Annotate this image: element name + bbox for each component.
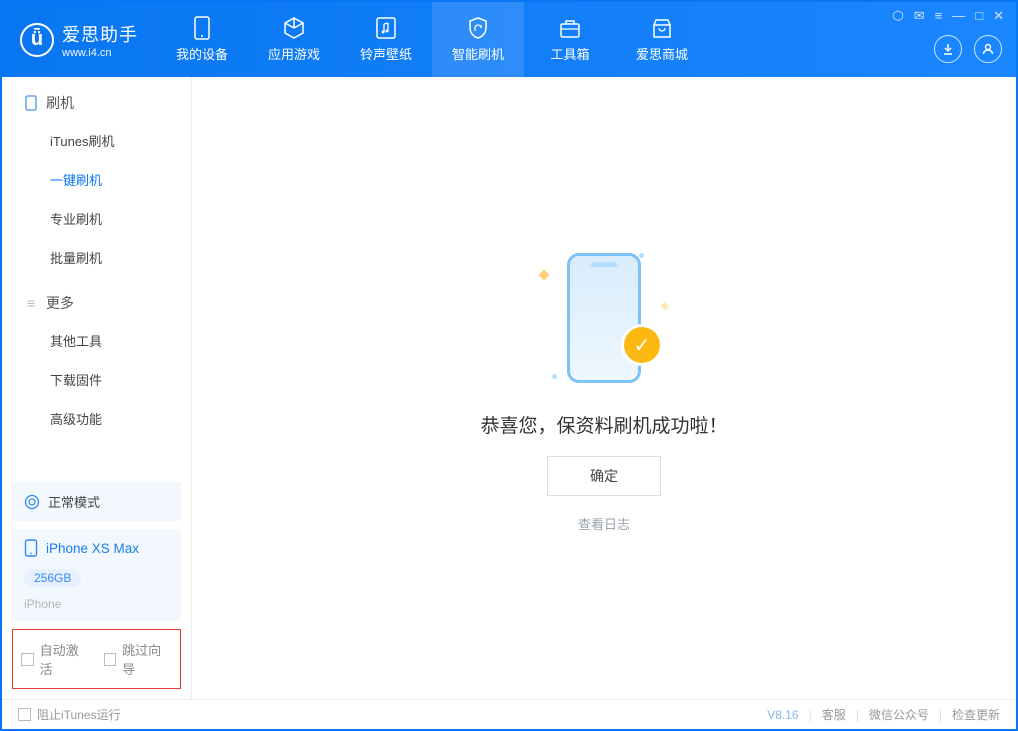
sparkle-icon xyxy=(661,302,669,310)
brand-name: 爱思助手 xyxy=(62,21,138,47)
separator: | xyxy=(939,708,942,722)
checkbox-icon xyxy=(21,653,34,666)
shop-icon xyxy=(650,16,674,40)
menu-icon[interactable]: ≡ xyxy=(935,8,943,24)
list-icon: ≡ xyxy=(24,296,38,310)
window-controls: ⬡ ✉ ≡ — □ ✕ xyxy=(892,8,1004,24)
music-icon xyxy=(374,16,398,40)
dot-icon xyxy=(639,253,644,258)
separator: | xyxy=(856,708,859,722)
checkbox-auto-activate[interactable]: 自动激活 xyxy=(21,640,90,678)
device-info-box[interactable]: iPhone XS Max 256GB iPhone xyxy=(12,529,181,621)
version-label: V8.16 xyxy=(767,708,798,722)
tab-apps-games[interactable]: 应用游戏 xyxy=(248,2,340,77)
tab-ringtones-wallpapers[interactable]: 铃声壁纸 xyxy=(340,2,432,77)
footer-link-support[interactable]: 客服 xyxy=(822,706,846,723)
section-flash: 刷机 xyxy=(2,77,191,121)
section-more: ≡ 更多 xyxy=(2,277,191,321)
storage-badge: 256GB xyxy=(24,569,81,587)
success-message: 恭喜您，保资料刷机成功啦！ xyxy=(480,411,727,438)
tab-label: 我的设备 xyxy=(176,44,228,63)
feedback-icon[interactable]: ✉ xyxy=(914,8,925,24)
footer-link-update[interactable]: 检查更新 xyxy=(952,706,1000,723)
tab-label: 智能刷机 xyxy=(452,44,504,63)
checkbox-icon xyxy=(104,653,117,666)
phone-icon xyxy=(24,539,38,557)
minimize-button[interactable]: — xyxy=(952,8,965,24)
tab-label: 爱思商城 xyxy=(636,44,688,63)
skin-icon[interactable]: ⬡ xyxy=(892,8,903,24)
sync-icon xyxy=(24,494,40,510)
toolbox-icon xyxy=(558,16,582,40)
device-mode-status[interactable]: 正常模式 xyxy=(12,482,181,521)
brand-url: www.i4.cn xyxy=(62,47,138,59)
close-button[interactable]: ✕ xyxy=(993,8,1004,24)
sidebar-item-batch-flash[interactable]: 批量刷机 xyxy=(2,238,191,277)
app-logo: ǖ 爱思助手 www.i4.cn xyxy=(2,21,156,59)
dot-icon xyxy=(552,374,557,379)
device-name: iPhone XS Max xyxy=(46,541,139,556)
shield-sync-icon xyxy=(466,16,490,40)
checkbox-skip-guide[interactable]: 跳过向导 xyxy=(104,640,173,678)
download-icon[interactable] xyxy=(934,35,962,63)
success-illustration: ✓ xyxy=(534,243,674,393)
tab-label: 工具箱 xyxy=(550,44,589,63)
maximize-button[interactable]: □ xyxy=(975,8,983,24)
checkbox-label: 跳过向导 xyxy=(122,640,172,678)
tab-toolbox[interactable]: 工具箱 xyxy=(524,2,616,77)
sidebar-item-advanced[interactable]: 高级功能 xyxy=(2,399,191,438)
checkbox-label: 自动激活 xyxy=(40,640,90,678)
sidebar-item-download-firmware[interactable]: 下载固件 xyxy=(2,360,191,399)
mode-label: 正常模式 xyxy=(48,492,100,511)
section-title: 刷机 xyxy=(46,93,74,113)
flash-options-highlight: 自动激活 跳过向导 xyxy=(12,629,181,689)
footer-link-wechat[interactable]: 微信公众号 xyxy=(869,706,929,723)
section-title: 更多 xyxy=(46,293,74,313)
tab-my-device[interactable]: 我的设备 xyxy=(156,2,248,77)
device-type: iPhone xyxy=(24,597,61,611)
separator: | xyxy=(809,708,812,722)
sidebar-item-itunes-flash[interactable]: iTunes刷机 xyxy=(2,121,191,160)
checkbox-icon xyxy=(18,708,31,721)
sidebar-item-oneclick-flash[interactable]: 一键刷机 xyxy=(2,160,191,199)
checkbox-block-itunes[interactable]: 阻止iTunes运行 xyxy=(18,706,121,723)
sidebar: 刷机 iTunes刷机 一键刷机 专业刷机 批量刷机 ≡ 更多 其他工具 下载固… xyxy=(2,77,192,699)
sidebar-item-other-tools[interactable]: 其他工具 xyxy=(2,321,191,360)
tab-label: 铃声壁纸 xyxy=(360,44,412,63)
ok-button[interactable]: 确定 xyxy=(547,456,661,496)
main-tabs: 我的设备 应用游戏 铃声壁纸 智能刷机 工具箱 爱思商城 xyxy=(156,2,708,77)
sparkle-icon xyxy=(538,269,549,280)
cube-icon xyxy=(282,16,306,40)
tab-smart-flash[interactable]: 智能刷机 xyxy=(432,2,524,77)
phone-illustration xyxy=(567,253,641,383)
phone-small-icon xyxy=(24,96,38,110)
checkbox-label: 阻止iTunes运行 xyxy=(37,706,121,723)
sidebar-item-pro-flash[interactable]: 专业刷机 xyxy=(2,199,191,238)
app-header: ǖ 爱思助手 www.i4.cn 我的设备 应用游戏 铃声壁纸 智能刷机 工具箱 xyxy=(2,2,1016,77)
main-content: ✓ 恭喜您，保资料刷机成功啦！ 确定 查看日志 xyxy=(192,77,1016,699)
tab-store[interactable]: 爱思商城 xyxy=(616,2,708,77)
logo-icon: ǖ xyxy=(20,23,54,57)
view-log-link[interactable]: 查看日志 xyxy=(578,514,630,533)
check-badge-icon: ✓ xyxy=(624,327,660,363)
status-bar: 阻止iTunes运行 V8.16 | 客服 | 微信公众号 | 检查更新 xyxy=(2,699,1016,729)
tab-label: 应用游戏 xyxy=(268,44,320,63)
user-icon[interactable] xyxy=(974,35,1002,63)
device-icon xyxy=(190,16,214,40)
